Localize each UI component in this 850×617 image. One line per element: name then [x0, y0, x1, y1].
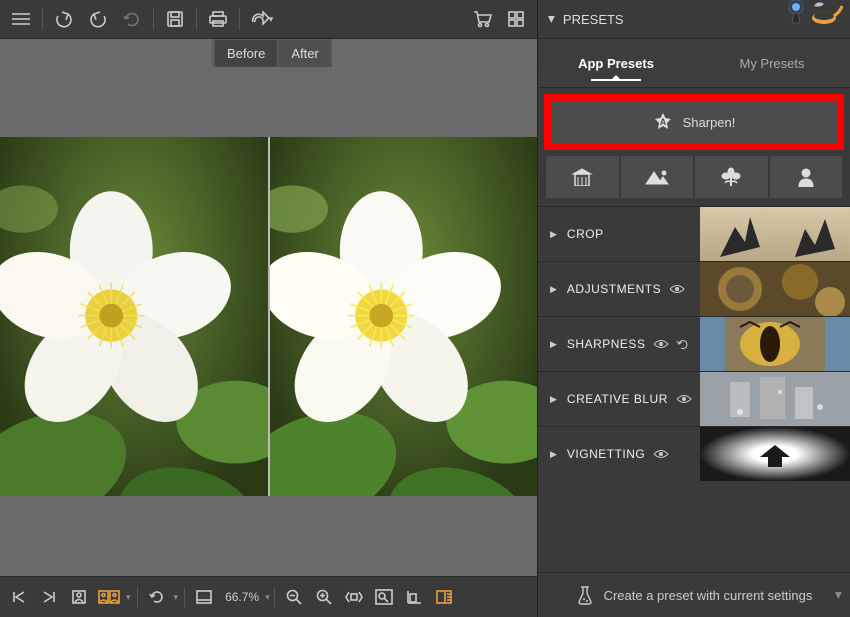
create-preset-button[interactable]: Create a preset with current settings ▶: [538, 572, 850, 617]
top-toolbar: ▾: [0, 0, 537, 39]
actual-pixels-button[interactable]: [369, 582, 399, 612]
highlighted-action: A Sharpen!: [544, 94, 844, 150]
sharpen-button[interactable]: A Sharpen!: [551, 101, 837, 143]
reset-icon[interactable]: [675, 337, 691, 351]
fit-screen-button[interactable]: [189, 582, 219, 612]
crop-thumb: [700, 207, 850, 261]
collapse-icon: ▶: [546, 16, 557, 23]
zoom-in-button[interactable]: [309, 582, 339, 612]
visibility-icon[interactable]: [669, 284, 685, 294]
chevron-icon: ▶: [833, 592, 844, 599]
tab-after[interactable]: After: [278, 39, 331, 67]
visibility-icon[interactable]: [653, 449, 669, 459]
create-preset-label: Create a preset with current settings: [604, 588, 813, 603]
expand-icon: ▶: [550, 449, 557, 460]
next-button[interactable]: [34, 582, 64, 612]
section-vignetting[interactable]: ▶ VIGNETTING: [538, 426, 850, 481]
sharpness-thumb: [700, 317, 850, 371]
tab-my-presets[interactable]: My Presets: [694, 39, 850, 87]
cart-button[interactable]: [465, 2, 499, 36]
menu-button[interactable]: [4, 2, 38, 36]
adjustments-thumb: [700, 262, 850, 316]
auto-icon: A: [653, 112, 673, 132]
sharpen-label: Sharpen!: [683, 115, 736, 130]
presets-title: PRESETS: [563, 12, 624, 27]
svg-text:A: A: [659, 117, 666, 127]
category-architecture[interactable]: [546, 156, 619, 198]
grid-view-button[interactable]: [499, 2, 533, 36]
compare-view-button[interactable]: [94, 582, 124, 612]
visibility-icon[interactable]: [676, 394, 692, 404]
category-landscape[interactable]: [621, 156, 694, 198]
rotate-button[interactable]: [142, 582, 172, 612]
flask-icon: [576, 585, 594, 605]
creative-blur-thumb: [700, 372, 850, 426]
bottom-toolbar: ▾ ▾ 66.7% ▾: [0, 576, 537, 617]
zoom-out-button[interactable]: [279, 582, 309, 612]
expand-icon: ▶: [550, 229, 557, 240]
expand-icon: ▶: [550, 394, 557, 405]
save-button[interactable]: [158, 2, 192, 36]
print-button[interactable]: [201, 2, 235, 36]
share-button[interactable]: ▾: [244, 2, 278, 36]
section-crop[interactable]: ▶ CROP: [538, 206, 850, 261]
visibility-icon[interactable]: [653, 339, 669, 349]
expand-icon: ▶: [550, 284, 557, 295]
tab-before[interactable]: Before: [214, 39, 278, 67]
category-portrait[interactable]: [770, 156, 843, 198]
section-sharpness[interactable]: ▶ SHARPNESS: [538, 316, 850, 371]
redo-button[interactable]: [81, 2, 115, 36]
category-macro[interactable]: [695, 156, 768, 198]
section-adjustments[interactable]: ▶ ADJUSTMENTS: [538, 261, 850, 316]
vignetting-thumb: [700, 427, 850, 481]
histogram-button[interactable]: [399, 582, 429, 612]
prev-button[interactable]: [4, 582, 34, 612]
section-creative-blur[interactable]: ▶ CREATIVE BLUR: [538, 371, 850, 426]
image-compare-view: [0, 67, 537, 576]
tab-app-presets[interactable]: App Presets: [538, 39, 694, 87]
zoom-value[interactable]: 66.7%: [225, 590, 259, 604]
presets-header[interactable]: ▶ PRESETS: [538, 0, 850, 38]
fit-width-button[interactable]: [339, 582, 369, 612]
undo-button[interactable]: [47, 2, 81, 36]
history-button[interactable]: [115, 2, 149, 36]
single-view-button[interactable]: [64, 582, 94, 612]
app-logo: [786, 0, 844, 26]
info-panel-button[interactable]: [429, 582, 459, 612]
expand-icon: ▶: [550, 339, 557, 350]
